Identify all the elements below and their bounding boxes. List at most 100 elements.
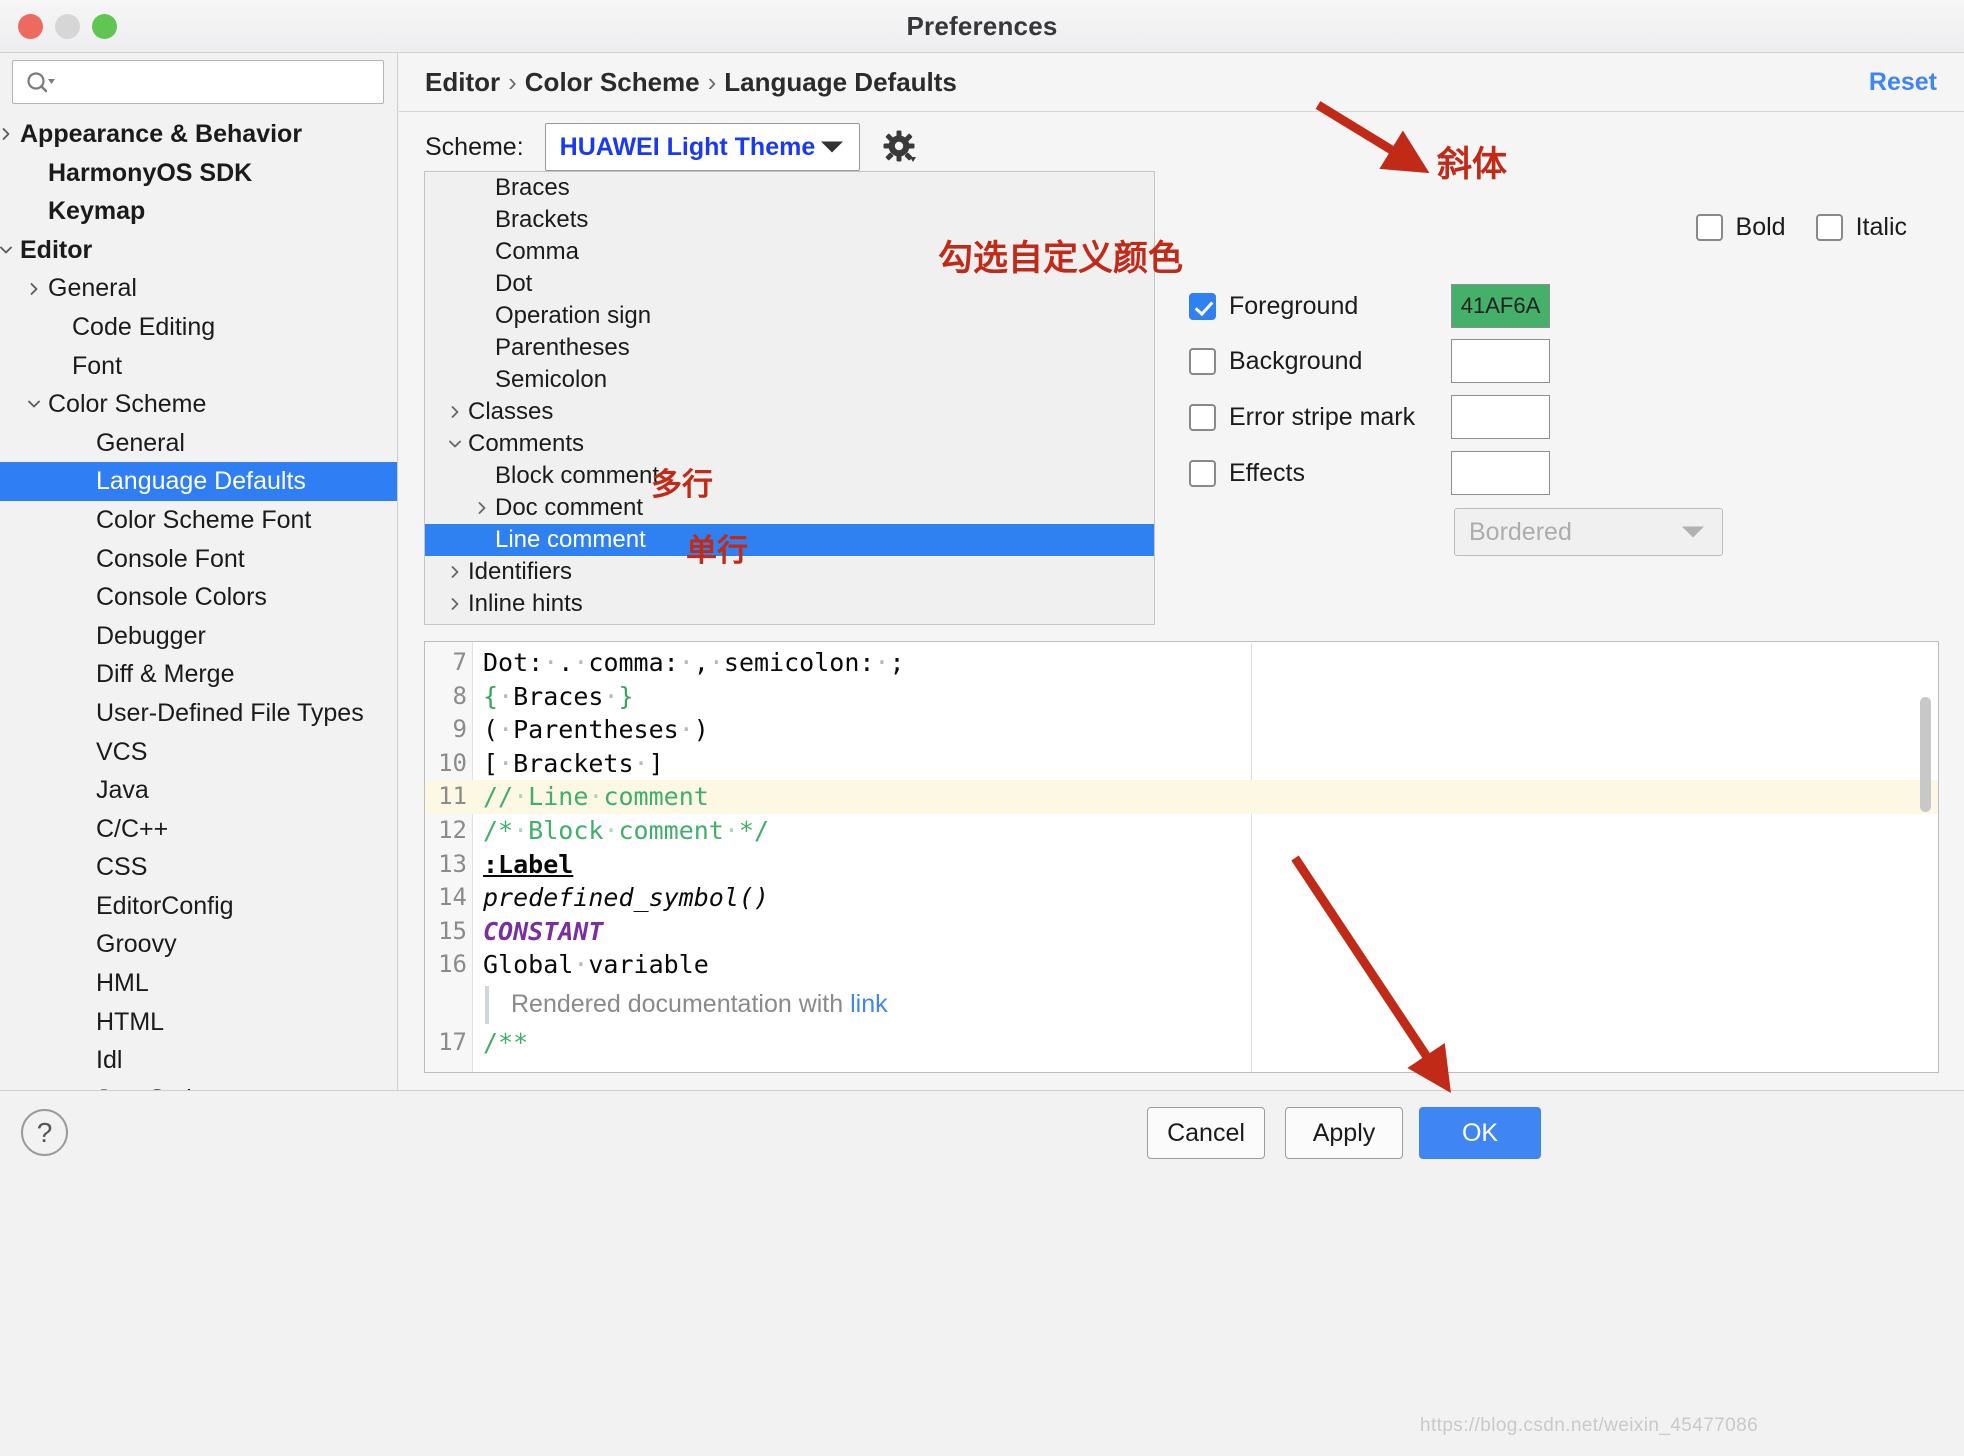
sidebar-item-label: Language Defaults bbox=[96, 467, 306, 496]
sidebar-item-keymap[interactable]: Keymap bbox=[0, 192, 397, 231]
chevron-right-icon[interactable] bbox=[444, 396, 466, 428]
effects-label: Effects bbox=[1229, 458, 1305, 487]
cancel-button[interactable]: Cancel bbox=[1147, 1107, 1265, 1159]
attribute-row[interactable]: Parentheses bbox=[425, 332, 1154, 364]
bold-option[interactable]: Bold bbox=[1695, 213, 1786, 242]
breadcrumb-part[interactable]: Color Scheme bbox=[525, 67, 700, 97]
chevron-right-icon[interactable] bbox=[444, 588, 466, 620]
ok-button[interactable]: OK bbox=[1419, 1107, 1541, 1159]
sidebar-item-appearance-behavior[interactable]: Appearance & Behavior bbox=[0, 115, 397, 154]
attribute-row[interactable]: Identifiers bbox=[425, 556, 1154, 588]
attribute-row[interactable]: Block comment bbox=[425, 460, 1154, 492]
custom-color-annotation: 勾选自定义颜色 bbox=[938, 239, 1184, 278]
sidebar-item-hml[interactable]: HML bbox=[0, 964, 397, 1003]
attribute-row[interactable]: Semicolon bbox=[425, 364, 1154, 396]
chevron-right-icon[interactable] bbox=[0, 115, 18, 154]
sidebar-item-color-scheme[interactable]: Color Scheme bbox=[0, 385, 397, 424]
chevron-down-icon[interactable] bbox=[444, 428, 466, 460]
twisty-placeholder bbox=[70, 694, 94, 733]
window-title: Preferences bbox=[906, 10, 1058, 41]
line-text: Global·variable bbox=[483, 950, 709, 980]
sidebar-item-label: HarmonyOS SDK bbox=[48, 158, 253, 187]
sidebar-item-css[interactable]: CSS bbox=[0, 848, 397, 887]
italic-option[interactable]: Italic bbox=[1815, 213, 1907, 242]
sidebar-item-label: Groovy bbox=[96, 930, 177, 959]
sidebar-item-label: Console Font bbox=[96, 544, 245, 573]
attribute-row[interactable]: Operation sign bbox=[425, 300, 1154, 332]
background-checkbox[interactable] bbox=[1189, 347, 1216, 375]
breadcrumb-part[interactable]: Editor bbox=[425, 67, 500, 97]
reset-link[interactable]: Reset bbox=[1869, 53, 1937, 111]
rendered-doc-link[interactable]: link bbox=[850, 990, 888, 1018]
sidebar-item-label: C/C++ bbox=[96, 814, 169, 843]
foreground-color-swatch[interactable]: 41AF6A bbox=[1451, 284, 1550, 328]
code-preview[interactable]: 7 Dot:·.·comma:·,·semicolon:·; 8 {·Braces·}… bbox=[424, 641, 1939, 1073]
sidebar-item-editor[interactable]: Editor bbox=[0, 231, 397, 270]
chevron-right-icon[interactable] bbox=[444, 556, 466, 588]
sidebar-item-editorconfig[interactable]: EditorConfig bbox=[0, 887, 397, 926]
line-number: 15 bbox=[438, 916, 467, 945]
apply-button[interactable]: Apply bbox=[1285, 1107, 1403, 1159]
sidebar-item-harmonyos-sdk[interactable]: HarmonyOS SDK bbox=[0, 154, 397, 193]
chevron-down-icon[interactable] bbox=[22, 385, 46, 424]
gear-icon[interactable] bbox=[880, 127, 920, 167]
sidebar-item-debugger[interactable]: Debugger bbox=[0, 617, 397, 656]
sidebar-item-user-defined-file-types[interactable]: User-Defined File Types bbox=[0, 694, 397, 733]
sidebar-item-label: General bbox=[96, 428, 185, 457]
attribute-row[interactable]: Inline hints bbox=[425, 588, 1154, 620]
search-input[interactable] bbox=[12, 60, 384, 104]
sidebar-item-font[interactable]: Font bbox=[0, 347, 397, 386]
error-stripe-color-swatch[interactable] bbox=[1451, 395, 1550, 439]
twisty-placeholder bbox=[70, 1041, 94, 1080]
sidebar-item-color-scheme-font[interactable]: Color Scheme Font bbox=[0, 501, 397, 540]
bold-label: Bold bbox=[1735, 213, 1786, 241]
sidebar-item-general[interactable]: General bbox=[0, 424, 397, 463]
attribute-row[interactable]: Line comment bbox=[425, 524, 1154, 556]
effect-type-value: Bordered bbox=[1469, 517, 1572, 546]
sidebar-item-general[interactable]: General bbox=[0, 269, 397, 308]
twisty-placeholder bbox=[70, 540, 94, 579]
effects-checkbox[interactable] bbox=[1189, 459, 1216, 487]
chevron-down-icon[interactable] bbox=[0, 231, 18, 270]
close-window-button[interactable] bbox=[18, 14, 43, 39]
italic-checkbox[interactable] bbox=[1815, 214, 1843, 241]
sidebar-item-java[interactable]: Java bbox=[0, 771, 397, 810]
doc-accent-bar bbox=[485, 985, 489, 1024]
twisty-placeholder bbox=[70, 501, 94, 540]
foreground-checkbox[interactable] bbox=[1189, 292, 1216, 320]
sidebar-item-javascript[interactable]: JavaScript bbox=[0, 1080, 397, 1090]
sidebar-item-groovy[interactable]: Groovy bbox=[0, 925, 397, 964]
minimize-window-button[interactable] bbox=[55, 14, 80, 39]
breadcrumb: Editor › Color Scheme › Language Defaults bbox=[425, 53, 957, 111]
attribute-row[interactable]: Doc comment bbox=[425, 492, 1154, 524]
error-stripe-checkbox[interactable] bbox=[1189, 403, 1216, 431]
sidebar-item-c-c[interactable]: C/C++ bbox=[0, 810, 397, 849]
twisty-placeholder bbox=[22, 192, 46, 231]
attribute-row-label: Line comment bbox=[495, 526, 646, 553]
attribute-row[interactable]: Comments bbox=[425, 428, 1154, 460]
sidebar-item-idl[interactable]: Idl bbox=[0, 1041, 397, 1080]
twisty-placeholder bbox=[471, 332, 493, 364]
scheme-dropdown[interactable]: HUAWEI Light Theme bbox=[544, 123, 860, 171]
background-color-swatch[interactable] bbox=[1451, 339, 1550, 383]
bold-checkbox[interactable] bbox=[1695, 214, 1723, 241]
attribute-row[interactable]: Braces bbox=[425, 172, 1154, 204]
breadcrumb-part[interactable]: Language Defaults bbox=[724, 67, 957, 97]
sidebar-item-diff-merge[interactable]: Diff & Merge bbox=[0, 655, 397, 694]
help-button[interactable]: ? bbox=[21, 1109, 68, 1156]
line-number: 11 bbox=[438, 782, 467, 811]
sidebar-item-console-colors[interactable]: Console Colors bbox=[0, 578, 397, 617]
sidebar-item-console-font[interactable]: Console Font bbox=[0, 540, 397, 579]
sidebar-item-html[interactable]: HTML bbox=[0, 1003, 397, 1042]
sidebar-item-vcs[interactable]: VCS bbox=[0, 733, 397, 772]
sidebar-item-code-editing[interactable]: Code Editing bbox=[0, 308, 397, 347]
effects-color-swatch[interactable] bbox=[1451, 451, 1550, 495]
sidebar-item-language-defaults[interactable]: Language Defaults bbox=[0, 462, 397, 501]
preview-scrollbar[interactable] bbox=[1920, 697, 1931, 812]
attribute-row[interactable]: Classes bbox=[425, 396, 1154, 428]
chevron-right-icon[interactable] bbox=[471, 492, 493, 524]
preview-code-line: 8 {·Braces·} bbox=[425, 680, 1938, 714]
zoom-window-button[interactable] bbox=[92, 14, 117, 39]
effect-type-dropdown[interactable]: Bordered bbox=[1454, 508, 1723, 556]
chevron-right-icon[interactable] bbox=[22, 269, 46, 308]
